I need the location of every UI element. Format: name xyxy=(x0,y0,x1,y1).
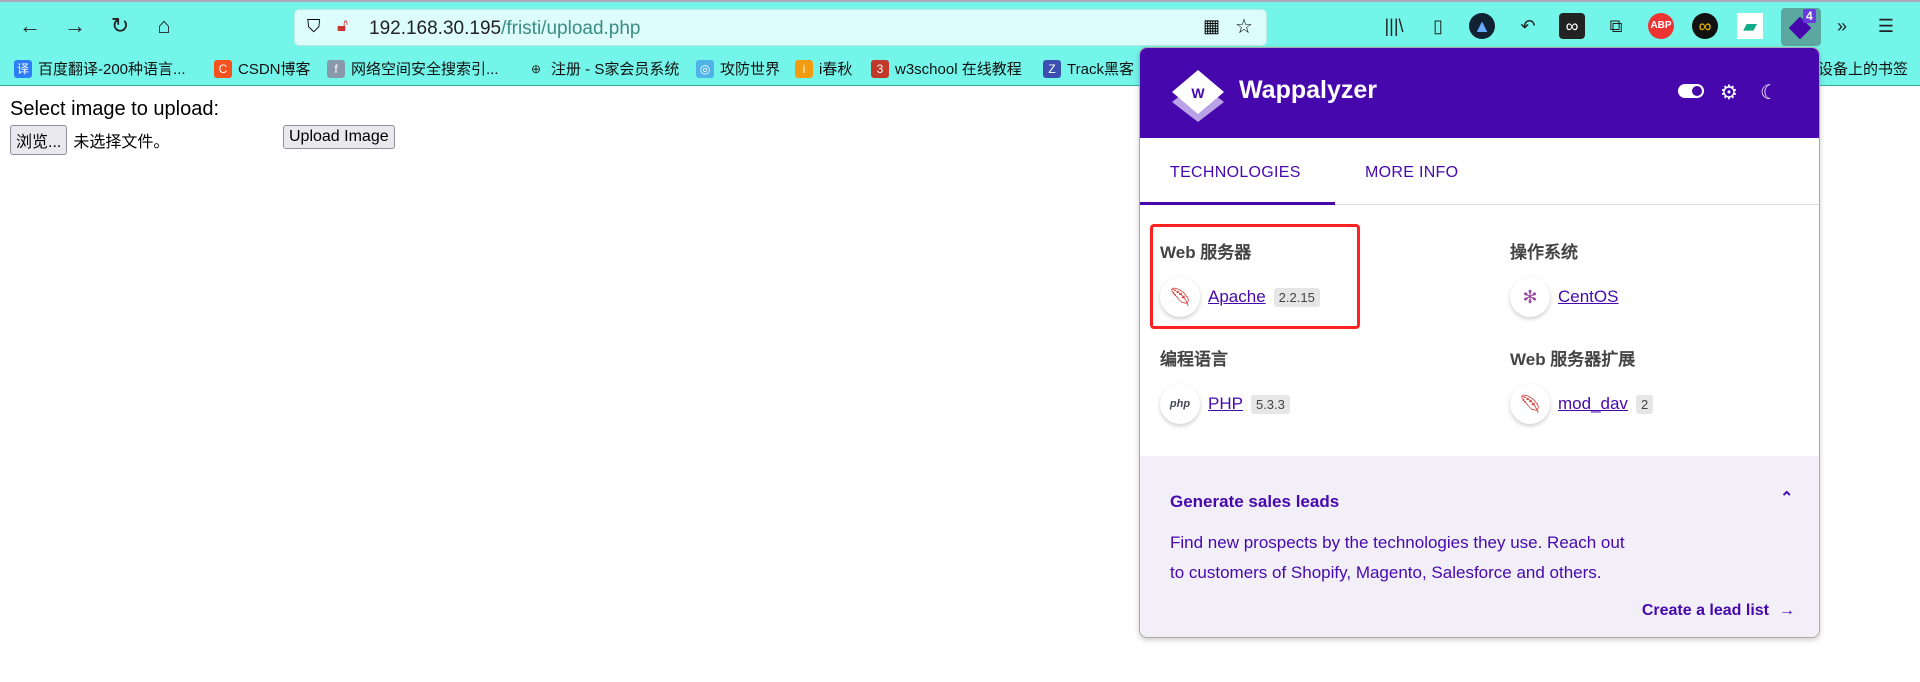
bookmark-item[interactable]: 译百度翻译-200种语言... xyxy=(14,58,186,79)
popup-header: W Wappalyzer ⚙ ☾ xyxy=(1140,48,1819,138)
technology-category: Web 服务器扩展 🪶︎ mod_dav 2 xyxy=(1510,345,1654,424)
bookmark-other-devices[interactable]: 设备上的书签 xyxy=(1818,58,1908,79)
overflow-chevron-icon[interactable]: » xyxy=(1829,13,1855,39)
bookmark-item[interactable]: ◎ 攻防世界 xyxy=(696,58,780,79)
library-icon[interactable]: |||\ xyxy=(1381,13,1407,39)
leads-title: Generate sales leads xyxy=(1170,492,1340,511)
extension-icon[interactable]: ▲ xyxy=(1469,13,1495,39)
bookmark-item[interactable]: i i春秋 xyxy=(795,58,852,79)
settings-gear-icon[interactable]: ⚙ xyxy=(1720,80,1738,105)
create-lead-list-link[interactable]: Create a lead list → xyxy=(1642,602,1795,620)
bookmark-favicon-icon: 3 xyxy=(871,59,889,78)
screenshot-icon[interactable]: ⧉ xyxy=(1603,13,1629,39)
bookmark-favicon-icon: ⊕ xyxy=(530,61,542,76)
undo-icon[interactable]: ↶ xyxy=(1515,13,1541,39)
menu-icon[interactable]: ☰ xyxy=(1873,13,1899,39)
bookmark-label: Track黑客 xyxy=(1067,61,1134,78)
bookmark-label: 百度翻译-200种语言... xyxy=(38,61,186,78)
technology-name[interactable]: CentOS xyxy=(1558,287,1618,307)
infinity-icon[interactable]: ∞ xyxy=(1692,13,1718,39)
tab-bar: TECHNOLOGIES MORE INFO xyxy=(1140,138,1819,205)
technology-category: 编程语言 php PHP 5.3.3 xyxy=(1160,345,1290,424)
bookmark-item[interactable]: C CSDN博客 xyxy=(214,58,311,79)
collapse-chevron-icon[interactable]: ⌃ xyxy=(1780,488,1793,508)
sales-leads-panel: Generate sales leads ⌃ Find new prospect… xyxy=(1140,456,1819,637)
cta-label: Create a lead list xyxy=(1641,602,1769,619)
browse-button[interactable]: 浏览... xyxy=(10,125,68,155)
technology-item[interactable]: 🪶︎ mod_dav 2 xyxy=(1510,384,1654,424)
bookmark-item[interactable]: 3 w3school 在线教程 xyxy=(871,58,1022,79)
technology-category: Web 服务器 🪶︎ Apache 2.2.15 xyxy=(1160,238,1320,317)
bookmark-favicon-icon: C xyxy=(214,59,232,78)
bookmark-item[interactable]: f 网络空间安全搜索引... xyxy=(327,58,499,79)
back-arrow-icon[interactable]: ← xyxy=(16,12,44,40)
upload-image-button[interactable]: Upload Image xyxy=(283,125,395,149)
brand-name: Wappalyzer xyxy=(1239,76,1378,104)
toggle-switch[interactable] xyxy=(1678,84,1704,98)
centos-icon: ✻ xyxy=(1510,277,1550,317)
php-icon: php xyxy=(1160,384,1200,424)
arrow-right-icon: → xyxy=(1779,602,1795,619)
file-status: 未选择文件。 xyxy=(73,134,170,151)
feather-icon: 🪶︎ xyxy=(1510,384,1550,424)
bookmark-label: w3school 在线教程 xyxy=(895,61,1022,78)
qr-code-icon[interactable]: ▦ xyxy=(1203,16,1220,37)
category-title: 操作系统 xyxy=(1510,243,1578,262)
category-title: 编程语言 xyxy=(1160,350,1228,369)
leads-description-line2: to customers of Shopify, Magento, Salesf… xyxy=(1170,563,1602,582)
leads-description-line1: Find new prospects by the technologies t… xyxy=(1170,533,1625,552)
reload-icon[interactable]: ↻ xyxy=(106,12,134,40)
bookmark-label: i春秋 xyxy=(819,61,853,78)
tab-more-info[interactable]: MORE INFO xyxy=(1365,164,1458,182)
technology-item[interactable]: 🪶︎ Apache 2.2.15 xyxy=(1160,277,1320,317)
bookmark-item[interactable]: ⊕ 注册 - S家会员系统 xyxy=(527,58,679,79)
bookmark-item[interactable]: Z Track黑客 xyxy=(1043,58,1134,79)
technology-name[interactable]: Apache xyxy=(1208,287,1266,307)
bookmark-label: 网络空间安全搜索引... xyxy=(351,61,499,78)
url-bar[interactable]: ⛉ 🔓︎ 192.168.30.195/fristi/upload.php ▦ … xyxy=(294,9,1267,46)
url-path: /fristi/upload.php xyxy=(501,18,641,39)
bookmark-favicon-icon: Z xyxy=(1043,59,1061,78)
bookmark-favicon-icon: f xyxy=(327,59,345,78)
feather-icon: 🪶︎ xyxy=(1160,277,1200,317)
home-icon[interactable]: ⌂ xyxy=(150,12,178,40)
url-host: 192.168.30.195 xyxy=(369,18,502,39)
browser-toolbar: ← → ↻ ⌂ ⛉ 🔓︎ 192.168.30.195/fristi/uploa… xyxy=(0,0,1920,48)
svg-text:W: W xyxy=(1191,85,1205,101)
technology-item[interactable]: ✻ CentOS xyxy=(1510,277,1618,317)
active-tab-indicator xyxy=(1140,202,1335,205)
bookmark-favicon-icon: i xyxy=(795,59,813,78)
category-title: Web 服务器 xyxy=(1160,243,1252,262)
sidebar-icon[interactable]: ▯ xyxy=(1425,13,1451,39)
technology-category: 操作系统 ✻ CentOS xyxy=(1510,238,1618,317)
bookmark-label: 设备上的书签 xyxy=(1818,61,1909,78)
category-title: Web 服务器扩展 xyxy=(1510,350,1636,369)
dark-mode-moon-icon[interactable]: ☾ xyxy=(1760,80,1778,105)
wappalyzer-extension-button[interactable]: 4 xyxy=(1781,8,1821,46)
extension-icon[interactable]: ∞ xyxy=(1559,13,1585,39)
version-badge: 2 xyxy=(1635,394,1654,414)
extension-icon[interactable]: ▰ xyxy=(1737,13,1763,39)
technology-name[interactable]: mod_dav xyxy=(1558,394,1628,414)
tab-technologies[interactable]: TECHNOLOGIES xyxy=(1170,164,1301,182)
technology-name[interactable]: PHP xyxy=(1208,394,1243,414)
bookmark-label: CSDN博客 xyxy=(238,61,311,78)
technology-item[interactable]: php PHP 5.3.3 xyxy=(1160,384,1290,424)
forward-arrow-icon[interactable]: → xyxy=(61,12,89,40)
version-badge: 5.3.3 xyxy=(1250,394,1290,414)
bookmark-label: 攻防世界 xyxy=(720,61,781,78)
upload-heading: Select image to upload: xyxy=(10,98,220,120)
insecure-lock-icon[interactable]: 🔓︎ xyxy=(337,16,348,36)
adblock-icon[interactable]: ABP xyxy=(1648,13,1674,39)
bookmark-favicon-icon: ◎ xyxy=(696,59,714,78)
bookmark-label: 注册 - S家会员系统 xyxy=(551,61,680,78)
extension-badge: 4 xyxy=(1803,9,1816,23)
shield-icon[interactable]: ⛉ xyxy=(307,16,321,37)
url-text[interactable]: 192.168.30.195/fristi/upload.php xyxy=(369,18,641,40)
bookmark-star-icon[interactable]: ☆ xyxy=(1235,14,1253,39)
wappalyzer-popup: W Wappalyzer ⚙ ☾ TECHNOLOGIES MORE INFO … xyxy=(1139,47,1820,638)
wappalyzer-logo: W xyxy=(1172,70,1224,122)
bookmark-favicon-icon: 译 xyxy=(14,59,32,78)
version-badge: 2.2.15 xyxy=(1273,287,1320,307)
